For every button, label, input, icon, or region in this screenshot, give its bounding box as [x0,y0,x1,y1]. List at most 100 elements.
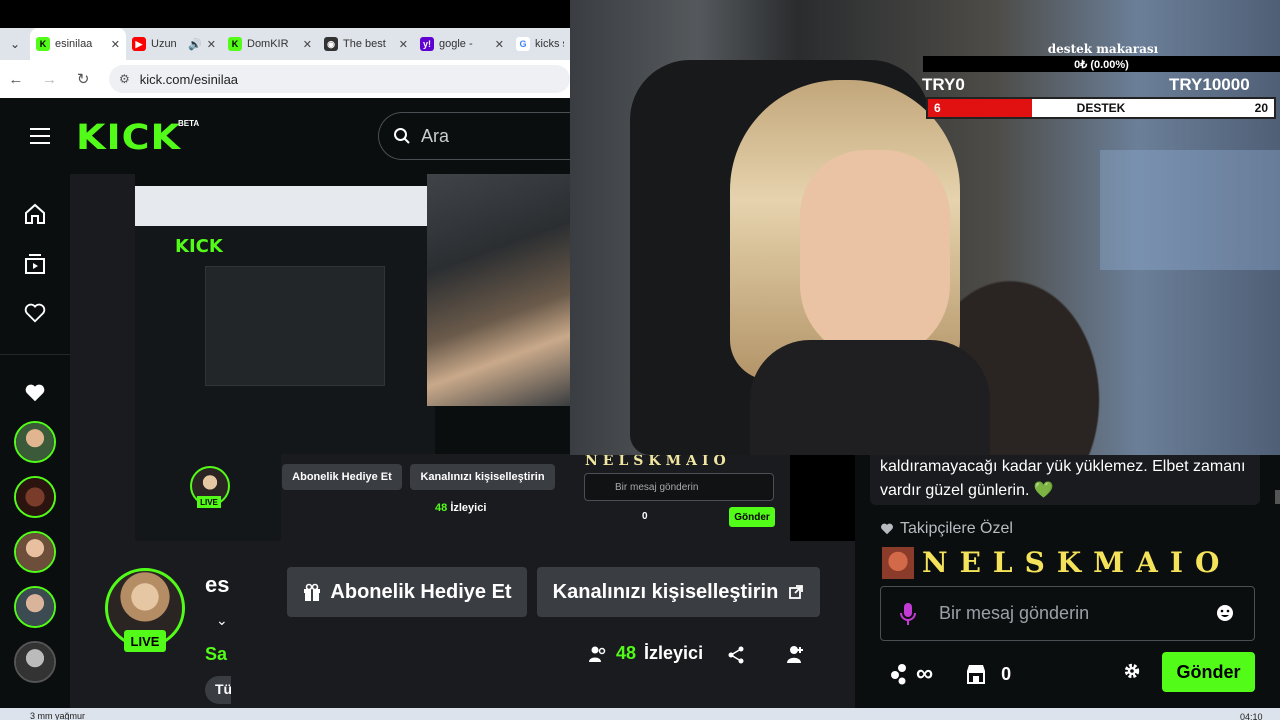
customize-channel-button[interactable]: Kanalınızı kişiselleştirin [537,567,820,617]
banner-text: NELSKMAIO [922,546,1232,579]
tab-the-best[interactable]: ◉ The best ✕ [318,28,414,60]
followed-channel-avatar[interactable] [14,531,56,573]
nested-kick-logo: KICK [175,236,223,257]
back-arrow-icon[interactable]: ← [8,71,24,88]
tab-gogle[interactable]: y! gogle - ✕ [414,28,510,60]
following-heart-icon[interactable] [22,300,48,326]
tab-label: DomKIR [247,38,289,50]
google-favicon-icon: G [516,37,530,51]
tab-domkir[interactable]: K DomKIR ✕ [222,28,318,60]
goal-min: TRY0 [922,75,965,94]
viewers-icon [589,646,606,662]
green-heart-emoji: 💚 [1033,482,1054,499]
tab-kicks[interactable]: G kicks s [510,28,570,60]
tab-youtube[interactable]: ▶ Uzun 🔊 ✕ [126,28,222,60]
search-icon [394,128,410,144]
yahoo-favicon-icon: y! [420,37,434,51]
taskbar-clock[interactable]: 04:10 [1240,712,1263,720]
channel-name[interactable]: es [205,572,230,598]
chat-scrollbar[interactable] [1275,490,1280,504]
os-taskbar [0,708,1280,720]
share-icon[interactable] [726,645,746,665]
nested-chat-input: Bir mesaj gönderin [584,473,774,501]
gift-icon [304,583,321,601]
close-icon[interactable]: ✕ [303,38,312,51]
goal-summary-bar: 0₺ (0.00%) [923,56,1280,72]
close-icon[interactable]: ✕ [111,38,120,51]
tab-bar: ⌄ K esinilaa ✕ ▶ Uzun 🔊 ✕ K DomKIR ✕ ◉ T… [0,28,570,60]
close-icon[interactable]: ✕ [495,38,504,51]
channel-category[interactable]: Sa [205,644,230,665]
tab-list-button[interactable]: ⌄ [0,28,30,60]
customize-label: Kanalınızı kişiselleştirin [552,580,779,603]
points-icon[interactable] [890,663,914,685]
url-field[interactable]: ⚙ kick.com/esinilaa [109,65,570,93]
followed-channel-avatar[interactable] [14,586,56,628]
offline-channel-avatar[interactable] [14,641,56,683]
goal-max: TRY10000 [1169,75,1250,94]
channel-tag[interactable]: Tü [205,676,231,704]
tab-esinilaa[interactable]: K esinilaa ✕ [30,28,126,60]
chat-placeholder: Bir mesaj gönderin [939,603,1090,623]
chat-message: kaldıramayacağı kadar yük yüklemez. Elbe… [870,455,1260,505]
nested-viewers: 48 İzleyici [435,502,486,514]
home-icon[interactable] [22,201,48,227]
emoji-icon[interactable] [1215,603,1235,623]
search-input[interactable]: Ara [378,112,570,160]
url-text: kick.com/esinilaa [139,71,239,87]
goal-right-value: 20 [1254,101,1268,115]
beta-badge: BETA [178,119,200,128]
address-bar: ← → ↻ ⚙ kick.com/esinilaa [0,60,570,98]
site-info-icon[interactable]: ⚙ [119,72,130,86]
heart-icon [881,523,893,535]
follower-only-label: Takipçilere Özel [900,520,1013,537]
reload-icon[interactable]: ↻ [75,70,91,88]
nested-webcam [427,174,570,406]
live-badge: LIVE [124,630,166,652]
kick-favicon-icon: K [36,37,50,51]
nested-viewer-label: İzleyici [450,502,487,514]
nested-gift-label: Abonelik Hediye Et [292,471,392,483]
follow-user-icon[interactable] [786,644,806,664]
nested-live-badge: LIVE [197,496,221,508]
send-button[interactable]: Gönder [1162,652,1255,692]
heart-icon [22,380,48,406]
nested-chat-banner: NELSKMAIO [585,453,731,469]
followed-channel-avatar[interactable] [14,421,56,463]
kick-favicon-icon: K [228,37,242,51]
menu-icon[interactable] [30,128,50,144]
nested-sub-count: 0 [642,511,648,522]
goal-summary: 0₺ (0.00%) [1074,58,1129,71]
chat-input[interactable]: Bir mesaj gönderin [880,586,1255,641]
close-icon[interactable]: ✕ [399,38,408,51]
nested-gift-button: Abonelik Hediye Et [282,464,402,490]
taskbar-weather[interactable]: 3 mm yağmur [30,711,85,720]
chat-message-text: kaldıramayacağı kadar yük yüklemez. Elbe… [880,458,1246,499]
tab-label: gogle - [439,38,473,50]
site-favicon-icon: ◉ [324,37,338,51]
viewer-count: 48 İzleyici [588,643,703,664]
sub-count: 0 [1001,663,1012,684]
gift-label: Abonelik Hediye Et [330,580,512,603]
tab-label: Uzun [151,38,177,50]
close-icon[interactable]: ✕ [207,38,216,51]
search-placeholder: Ara [421,125,450,146]
browse-icon[interactable] [22,251,48,277]
window-top-strip [0,0,570,28]
followed-channel-avatar[interactable] [14,476,56,518]
tab-label: The best [343,38,386,50]
nested-customize-button: Kanalınızı kişiselleştirin [410,464,555,490]
gift-subscription-button[interactable]: Abonelik Hediye Et [287,567,527,617]
tab-label: esinilaa [55,38,93,50]
kick-logo[interactable]: KICK [76,120,181,155]
cam-background-light [1100,150,1280,270]
microphone-icon[interactable] [899,602,917,626]
external-link-icon [789,585,804,599]
forward-arrow-icon[interactable]: → [42,71,58,88]
nested-customize-label: Kanalınızı kişiselleştirin [420,471,545,483]
chevron-down-icon[interactable]: ⌄ [216,612,228,629]
gear-icon[interactable] [1123,662,1143,682]
chat-footer: ∞ 0 [890,660,1011,688]
store-icon[interactable] [965,663,987,685]
speaker-icon[interactable]: 🔊 [188,38,202,51]
